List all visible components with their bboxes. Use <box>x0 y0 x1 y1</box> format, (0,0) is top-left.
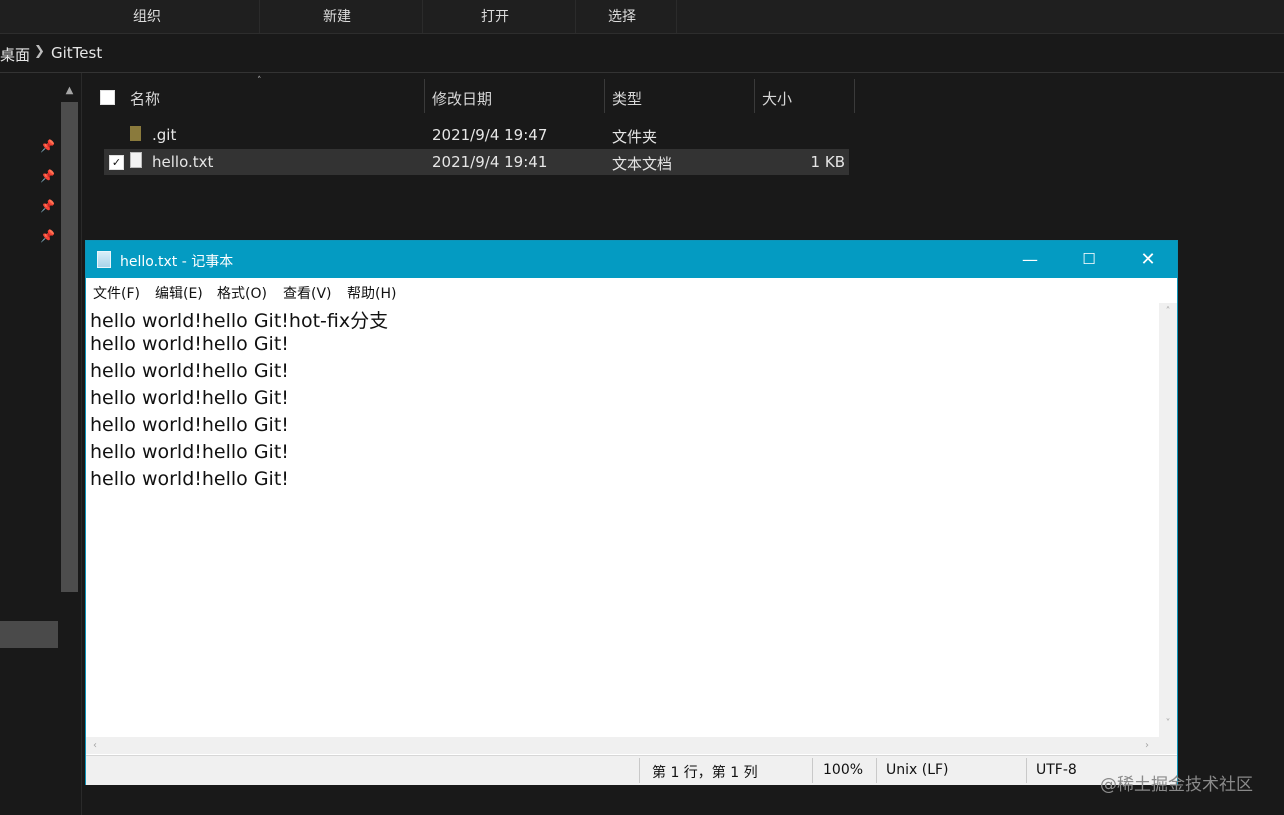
column-header-date[interactable]: 修改日期 <box>432 88 492 120</box>
text-line: hello world!hello Git! <box>90 333 289 355</box>
text-file-icon <box>130 152 142 168</box>
nav-selected-item[interactable] <box>0 621 58 648</box>
text-line: hello world!hello Git!hot-fix分支 <box>90 310 389 332</box>
file-name: .git <box>152 126 177 144</box>
text-line: hello world!hello Git! <box>90 468 289 490</box>
menu-view[interactable]: 查看(V) <box>283 283 332 303</box>
navigation-pane: ▲ 📌 📌 📌 📌 <box>0 73 82 815</box>
scroll-up-arrow-icon[interactable]: ▲ <box>61 82 78 100</box>
text-line: hello world!hello Git! <box>90 360 289 382</box>
nav-scrollbar[interactable]: ▲ <box>61 82 78 592</box>
column-header-type[interactable]: 类型 <box>612 88 642 120</box>
scroll-right-arrow-icon[interactable]: › <box>1138 737 1156 755</box>
ribbon-open-label: 打开 <box>481 9 509 25</box>
chevron-right-icon[interactable]: ❯ <box>34 44 45 59</box>
scrollbar-corner <box>1159 737 1177 754</box>
file-row-hello-txt[interactable]: ✓ hello.txt 2021/9/4 19:41 文本文档 1 KB <box>104 149 849 175</box>
menu-help[interactable]: 帮助(H) <box>347 283 396 303</box>
close-button[interactable]: ✕ <box>1119 241 1177 278</box>
column-divider[interactable] <box>754 79 755 113</box>
pin-icon[interactable]: 📌 <box>40 169 55 183</box>
column-divider[interactable] <box>604 79 605 113</box>
notepad-titlebar[interactable]: hello.txt - 记事本 — ☐ ✕ <box>86 241 1177 278</box>
column-header-name[interactable]: 名称 <box>130 88 160 120</box>
text-line: hello world!hello Git! <box>90 414 289 436</box>
ribbon-group-new[interactable]: 新建 <box>260 0 423 33</box>
status-divider <box>876 758 877 783</box>
notepad-app-icon[interactable] <box>97 251 111 268</box>
file-date: 2021/9/4 19:41 <box>432 153 548 171</box>
ribbon-group-select[interactable]: 选择 <box>576 0 677 33</box>
row-checkbox-checked[interactable]: ✓ <box>109 155 124 170</box>
breadcrumb-desktop[interactable]: 桌面 <box>0 44 30 65</box>
vertical-scrollbar[interactable]: ˄ ˅ <box>1159 303 1177 737</box>
status-zoom: 100% <box>823 762 864 778</box>
column-divider[interactable] <box>424 79 425 113</box>
address-bar[interactable]: 桌面 ❯ GitTest <box>0 34 1284 73</box>
text-line: hello world!hello Git! <box>90 387 289 409</box>
notepad-text-area[interactable]: hello world!hello Git!hot-fix分支 hello wo… <box>86 303 1159 737</box>
status-divider <box>1026 758 1027 783</box>
notepad-menubar: 文件(F) 编辑(E) 格式(O) 查看(V) 帮助(H) <box>86 278 1177 303</box>
horizontal-scrollbar[interactable]: ‹ › <box>86 737 1159 754</box>
window-title: hello.txt - 记事本 <box>120 254 234 270</box>
status-divider <box>639 758 640 783</box>
notepad-statusbar: 第 1 行，第 1 列 100% Unix (LF) UTF-8 <box>86 755 1177 785</box>
status-cursor-position: 第 1 行，第 1 列 <box>652 765 758 781</box>
file-name: hello.txt <box>152 153 214 171</box>
menu-edit[interactable]: 编辑(E) <box>155 283 203 303</box>
ribbon-group-organize[interactable]: 组织 <box>0 0 260 33</box>
maximize-button[interactable]: ☐ <box>1060 241 1118 278</box>
explorer-ribbon: 组织 新建 打开 选择 <box>0 0 1284 34</box>
text-line: hello world!hello Git! <box>90 441 289 463</box>
pin-icon[interactable]: 📌 <box>40 199 55 213</box>
column-header-size[interactable]: 大小 <box>762 88 792 120</box>
scroll-down-arrow-icon[interactable]: ˅ <box>1159 715 1177 733</box>
watermark: @稀土掘金技术社区 <box>1100 775 1253 795</box>
folder-icon <box>130 126 141 141</box>
scroll-up-arrow-icon[interactable]: ˄ <box>1159 303 1177 321</box>
nav-scroll-thumb[interactable] <box>61 102 78 592</box>
pin-icon[interactable]: 📌 <box>40 229 55 243</box>
menu-file[interactable]: 文件(F) <box>93 283 140 303</box>
status-encoding: UTF-8 <box>1036 762 1077 778</box>
pin-icon[interactable]: 📌 <box>40 139 55 153</box>
ribbon-organize-label: 组织 <box>133 9 161 25</box>
scroll-left-arrow-icon[interactable]: ‹ <box>86 737 104 755</box>
menu-format[interactable]: 格式(O) <box>217 283 267 303</box>
minimize-button[interactable]: — <box>1001 241 1059 278</box>
file-type: 文件夹 <box>612 128 658 146</box>
file-type: 文本文档 <box>612 155 673 173</box>
notepad-window[interactable]: hello.txt - 记事本 — ☐ ✕ 文件(F) 编辑(E) 格式(O) … <box>85 240 1178 785</box>
ribbon-new-label: 新建 <box>323 9 351 25</box>
sort-ascending-icon: ˄ <box>257 76 262 86</box>
file-size: 1 KB <box>810 153 845 171</box>
select-all-checkbox[interactable] <box>100 90 115 105</box>
status-divider <box>812 758 813 783</box>
status-line-ending: Unix (LF) <box>886 762 949 778</box>
ribbon-group-open[interactable]: 打开 <box>423 0 576 33</box>
file-date: 2021/9/4 19:47 <box>432 126 548 144</box>
ribbon-select-label: 选择 <box>608 9 636 25</box>
breadcrumb-gittest[interactable]: GitTest <box>51 44 102 62</box>
column-divider[interactable] <box>854 79 855 113</box>
file-row-git[interactable]: .git 2021/9/4 19:47 文件夹 <box>104 122 849 148</box>
